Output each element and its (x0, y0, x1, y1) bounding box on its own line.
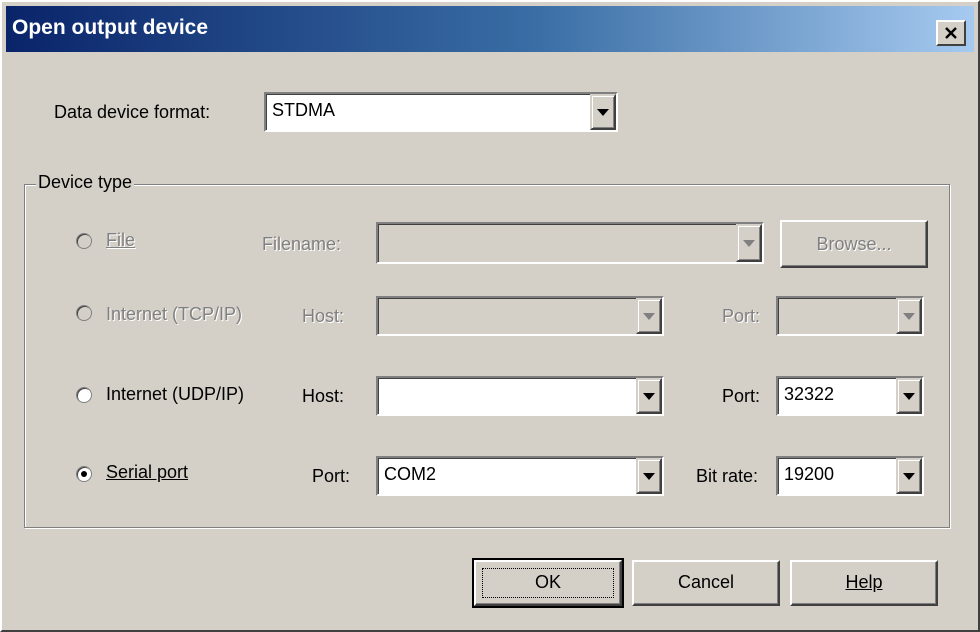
filename-label: Filename: (262, 234, 342, 254)
tcp-host-select[interactable] (376, 296, 664, 336)
serial-port-dropdown-button[interactable] (636, 458, 662, 494)
format-value: STDMA (272, 100, 335, 120)
udp-host-select[interactable] (376, 376, 664, 416)
tcp-port-select[interactable] (776, 296, 924, 336)
udp-host-dropdown-button[interactable] (636, 378, 662, 414)
file-radio[interactable] (76, 233, 92, 249)
browse-button-label: Browse... (816, 234, 892, 254)
format-select[interactable]: STDMA (264, 92, 618, 132)
cancel-button[interactable]: Cancel (632, 560, 780, 606)
tcp-host-dropdown-button[interactable] (636, 298, 662, 334)
serial-port-label: Port: (312, 466, 351, 486)
serial-radio[interactable] (76, 466, 92, 482)
tcp-port-dropdown-button[interactable] (896, 298, 922, 334)
format-dropdown-button[interactable] (590, 94, 616, 130)
close-icon (945, 27, 957, 39)
serial-port-select[interactable]: COM2 (376, 456, 664, 496)
serial-port-value: COM2 (384, 464, 437, 484)
udp-radio[interactable] (76, 387, 92, 403)
help-button[interactable]: Help (790, 560, 938, 606)
udp-port-select[interactable]: 32322 (776, 376, 924, 416)
title-bar[interactable]: Open output device (6, 6, 974, 52)
ok-focus-rect (482, 568, 614, 598)
serial-radio-selected-dot (81, 471, 87, 477)
close-button[interactable] (936, 20, 966, 46)
udp-port-value: 32322 (784, 384, 835, 404)
cancel-button-label: Cancel (677, 572, 735, 592)
filename-dropdown-button[interactable] (736, 224, 762, 262)
bitrate-dropdown-button[interactable] (896, 458, 922, 494)
browse-button[interactable]: Browse... (780, 220, 928, 268)
serial-radio-label: Serial port (106, 462, 188, 483)
udp-radio-label: Internet (UDP/IP) (106, 384, 245, 404)
tcp-port-label: Port: (722, 306, 761, 326)
tcp-radio[interactable] (76, 305, 92, 321)
bitrate-label: Bit rate: (696, 466, 759, 486)
file-radio-label: File (106, 230, 135, 251)
udp-port-dropdown-button[interactable] (896, 378, 922, 414)
file-radio-label-text: File (106, 230, 136, 250)
help-button-label: Help (845, 572, 883, 592)
tcp-host-label: Host: (302, 306, 345, 326)
udp-host-label: Host: (302, 386, 345, 406)
bitrate-select[interactable]: 19200 (776, 456, 924, 496)
device-type-legend: Device type (36, 172, 135, 193)
filename-input[interactable] (376, 222, 764, 264)
ok-button[interactable]: OK (472, 558, 624, 608)
bitrate-value: 19200 (784, 464, 835, 484)
tcp-radio-label: Internet (TCP/IP) (106, 304, 243, 324)
format-label: Data device format: (54, 102, 211, 122)
udp-port-label: Port: (722, 386, 761, 406)
window-title: Open output device (12, 16, 209, 39)
serial-radio-label-text: Serial port (106, 462, 189, 482)
